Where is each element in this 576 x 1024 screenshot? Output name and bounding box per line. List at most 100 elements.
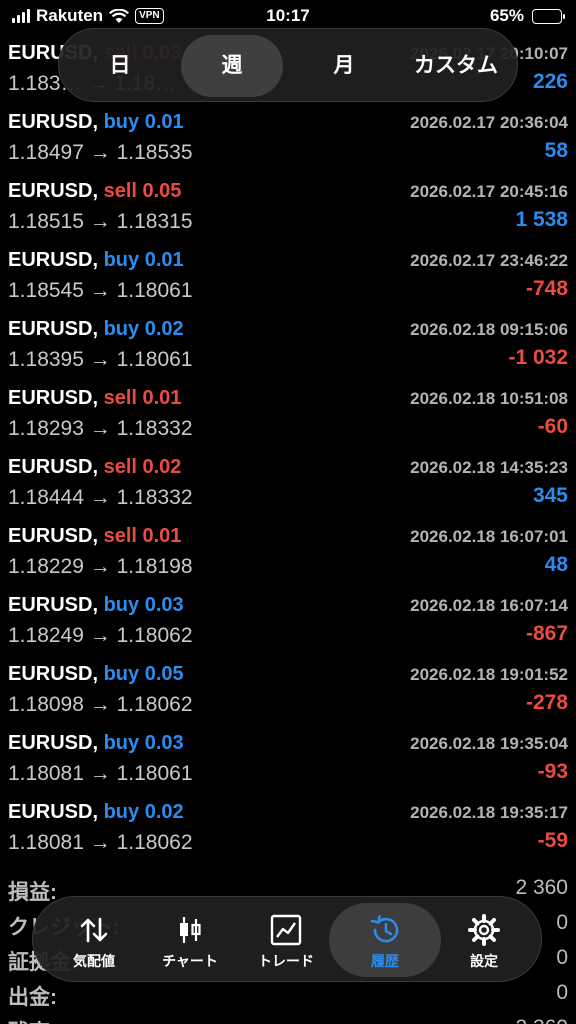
trade-symbol: EURUSD, buy 0.02 — [8, 318, 184, 341]
lot-size: 0.03 — [144, 594, 184, 616]
trade-row[interactable]: EURUSD, sell 0.05 2026.02.17 20:45:16 1.18… — [0, 174, 576, 243]
trade-row[interactable]: EURUSD, sell 0.01 2026.02.18 10:51:08 1.18… — [0, 381, 576, 450]
trade-row[interactable]: EURUSD, sell 0.02 2026.02.18 14:35:23 1.18… — [0, 450, 576, 519]
summary-label: 出金: — [8, 986, 57, 1009]
trade-row[interactable]: EURUSD, sell 0.01 2026.02.18 16:07:01 1.18… — [0, 519, 576, 588]
trade-profit: -867 — [525, 622, 568, 645]
status-right: 65% — [489, 6, 565, 26]
open-price: 1.18098 — [8, 693, 84, 716]
side-type: buy — [103, 663, 140, 685]
side-type: buy — [103, 111, 140, 133]
period-selector: 日週月カスタム — [58, 28, 518, 102]
trade-date: 2026.02.17 23:46:22 — [410, 251, 568, 270]
trade-prices: 1.18229 → 1.18198 — [8, 555, 193, 579]
tab-period-2[interactable]: 月 — [293, 35, 395, 97]
trade-symbol: EURUSD, sell 0.02 — [8, 456, 181, 479]
trade-side: sell 0.01 — [104, 387, 182, 409]
summary-label: 損益: — [8, 881, 57, 904]
open-price: 1.18497 — [8, 141, 84, 164]
side-type: buy — [103, 249, 140, 271]
tab-period-1[interactable]: 週 — [181, 35, 283, 97]
trade-side: buy 0.02 — [104, 318, 184, 340]
trade-row[interactable]: EURUSD, buy 0.02 2026.02.18 19:35:17 1.180… — [0, 795, 576, 864]
trade-row[interactable]: EURUSD, buy 0.02 2026.02.18 09:15:06 1.183… — [0, 312, 576, 381]
open-price: 1.18081 — [8, 831, 84, 854]
symbol-name: EURUSD, — [8, 111, 99, 133]
history-clock-icon — [368, 913, 402, 947]
candlestick-icon — [173, 913, 207, 947]
trade-side: sell 0.02 — [104, 456, 182, 478]
trade-symbol: EURUSD, buy 0.05 — [8, 663, 184, 686]
trade-profit: 1 538 — [515, 208, 568, 231]
summary-value: 2 360 — [515, 1016, 568, 1024]
trade-date: 2026.02.17 20:45:16 — [410, 182, 568, 201]
trade-row[interactable]: EURUSD, buy 0.01 2026.02.17 23:46:22 1.185… — [0, 243, 576, 312]
open-price: 1.18515 — [8, 210, 84, 233]
trade-prices: 1.18098 → 1.18062 — [8, 693, 193, 717]
close-price: 1.18061 — [116, 279, 193, 302]
trade-profit: -278 — [525, 691, 568, 714]
trade-side: sell 0.05 — [104, 180, 182, 202]
trade-row[interactable]: EURUSD, buy 0.03 2026.02.18 19:35:04 1.180… — [0, 726, 576, 795]
lot-size: 0.02 — [144, 318, 184, 340]
symbol-name: EURUSD, — [8, 594, 99, 616]
trade-date: 2026.02.18 09:15:06 — [410, 320, 568, 339]
trade-prices: 1.18081 → 1.18062 — [8, 831, 193, 855]
nav-label: トレード — [258, 953, 314, 969]
open-price: 1.18444 — [8, 486, 84, 509]
nav-item-4[interactable]: 設定 — [433, 903, 535, 977]
trade-prices: 1.18497 → 1.18535 — [8, 141, 193, 165]
side-type: sell — [103, 456, 137, 478]
nav-item-0[interactable]: 気配値 — [43, 903, 145, 977]
trade-side: buy 0.05 — [104, 663, 184, 685]
side-type: sell — [103, 387, 137, 409]
nav-item-2[interactable]: トレード — [235, 903, 337, 977]
quotes-arrows-icon — [77, 913, 111, 947]
trade-symbol: EURUSD, buy 0.01 — [8, 111, 184, 134]
arrow-icon: → — [89, 555, 111, 578]
lot-size: 0.05 — [144, 663, 184, 685]
trade-history-list[interactable]: EURUSD, sell 0.032026.02.17 20:10:071.18… — [0, 36, 576, 864]
trade-side: buy 0.03 — [104, 732, 184, 754]
trade-profit: 345 — [532, 484, 568, 507]
nav-label: 設定 — [470, 953, 498, 969]
trade-row[interactable]: EURUSD, buy 0.01 2026.02.17 20:36:04 1.184… — [0, 105, 576, 174]
trade-prices: 1.18515 → 1.18315 — [8, 210, 193, 234]
symbol-name: EURUSD, — [8, 180, 99, 202]
trade-profit: -1 032 — [508, 346, 568, 369]
battery-percent: 65% — [489, 6, 524, 25]
trade-row[interactable]: EURUSD, buy 0.03 2026.02.18 16:07:14 1.182… — [0, 588, 576, 657]
lot-size: 0.01 — [144, 249, 184, 271]
arrow-icon: → — [89, 279, 111, 302]
trade-side: sell 0.01 — [104, 525, 182, 547]
trade-prices: 1.18545 → 1.18061 — [8, 279, 193, 303]
tab-period-0[interactable]: 日 — [69, 35, 171, 97]
trade-date: 2026.02.18 16:07:01 — [410, 527, 568, 546]
arrow-icon: → — [89, 693, 111, 716]
trade-prices: 1.18293 → 1.18332 — [8, 417, 193, 441]
tab-period-3[interactable]: カスタム — [405, 35, 507, 97]
close-price: 1.18062 — [116, 624, 193, 647]
trade-date: 2026.02.18 19:35:17 — [410, 803, 568, 822]
trade-prices: 1.18444 → 1.18332 — [8, 486, 193, 510]
trade-prices: 1.18395 → 1.18061 — [8, 348, 193, 372]
trade-date: 2026.02.18 16:07:14 — [410, 596, 568, 615]
nav-item-1[interactable]: チャート — [139, 903, 241, 977]
symbol-name: EURUSD, — [8, 249, 99, 271]
side-type: sell — [103, 180, 137, 202]
nav-item-3[interactable]: 履歴 — [329, 903, 441, 977]
lot-size: 0.02 — [142, 456, 182, 478]
trade-side: buy 0.01 — [104, 249, 184, 271]
close-price: 1.18062 — [116, 831, 193, 854]
close-price: 1.18198 — [116, 555, 193, 578]
open-price: 1.18229 — [8, 555, 84, 578]
trade-date: 2026.02.18 14:35:23 — [410, 458, 568, 477]
trade-row[interactable]: EURUSD, buy 0.05 2026.02.18 19:01:52 1.180… — [0, 657, 576, 726]
trade-date: 2026.02.18 19:01:52 — [410, 665, 568, 684]
arrow-icon: → — [89, 486, 111, 509]
gear-icon — [467, 913, 501, 947]
trade-date: 2026.02.18 19:35:04 — [410, 734, 568, 753]
open-price: 1.18249 — [8, 624, 84, 647]
trade-symbol: EURUSD, buy 0.03 — [8, 732, 184, 755]
lot-size: 0.02 — [144, 801, 184, 823]
